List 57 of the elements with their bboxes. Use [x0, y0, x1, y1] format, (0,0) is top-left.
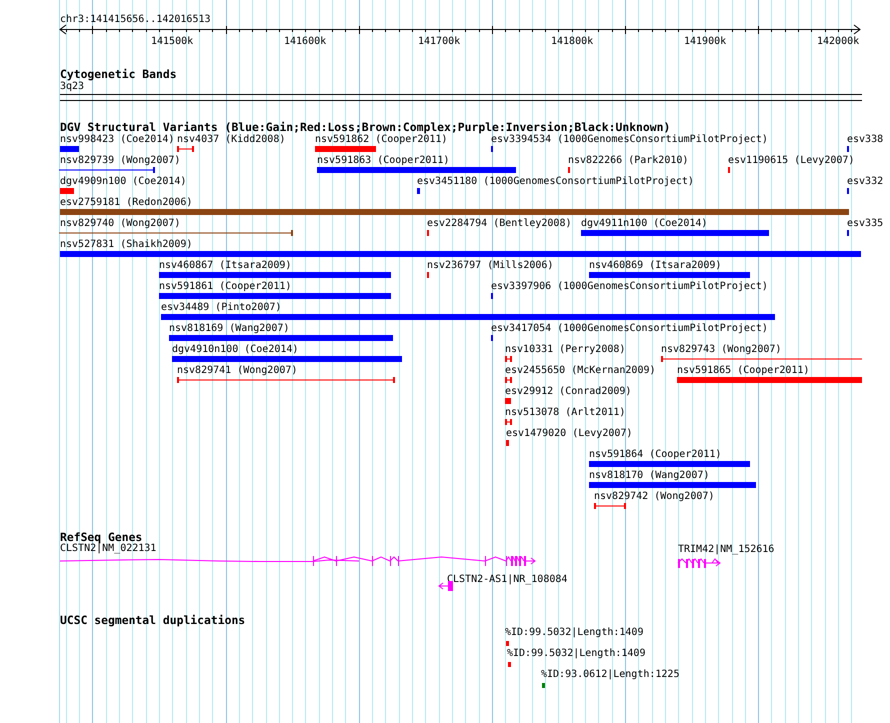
variant-label: esv3397906 (1000GenomesConsortiumPilotProject)	[491, 281, 768, 292]
gene-label: TRIM42|NM_152616	[678, 544, 774, 555]
variant-label: nsv829741 (Wong2007)	[177, 365, 298, 376]
ruler-tick-label: 142000k	[817, 36, 860, 47]
variant-label: nsv236797 (Mills2006)	[427, 260, 554, 271]
variant-label: nsv513078 (Arlt2011)	[505, 407, 626, 418]
variant-label: nsv591862 (Cooper2011)	[315, 134, 448, 145]
variant-label: esv3394534 (1000GenomesConsortiumPilotProject)	[491, 134, 768, 145]
ruler-tick-label: 141500k	[151, 36, 194, 47]
variant-label: esv2455650 (McKernan2009)	[505, 365, 656, 376]
variant-label: nsv591864 (Cooper2011)	[589, 449, 722, 460]
variant-label: nsv460867 (Itsara2009)	[159, 260, 292, 271]
duplication-label: %ID:99.5032|Length:1409	[505, 627, 644, 638]
variant-label: esv2759181 (Redon2006)	[60, 197, 192, 208]
variant-label: nsv998423 (Coe2014)	[60, 134, 174, 145]
variant-label: dgv4910n100 (Coe2014)	[172, 344, 298, 355]
variant-label: nsv818170 (Wang2007)	[589, 470, 710, 481]
duplication-label: %ID:99.5032|Length:1409	[507, 648, 646, 659]
variant-label: nsv822266 (Park2010)	[568, 155, 688, 166]
variant-label: nsv10331 (Perry2008)	[505, 344, 626, 355]
variant-label: nsv460869 (Itsara2009)	[589, 260, 722, 271]
variant-label: dgv4909n100 (Coe2014)	[60, 176, 186, 187]
track-title: Cytogenetic Bands	[60, 68, 177, 80]
track-title: DGV Structural Variants (Blue:Gain;Red:Loss;Brown:Complex;Purple:Inversion;Black:Unknown)	[60, 121, 670, 133]
variant-label: esv3417054 (1000GenomesConsortiumPilotProject)	[491, 323, 768, 334]
gene-label: CLSTN2-AS1|NR_108084	[447, 574, 568, 585]
ruler-tick-label: 141900k	[684, 36, 726, 47]
ruler-range-label: chr3:141415656..142016513	[60, 14, 211, 25]
variant-label: nsv591863 (Cooper2011)	[317, 155, 450, 166]
variant-label: esv2284794 (Bentley2008)	[427, 218, 572, 229]
track-title: RefSeq Genes	[60, 531, 142, 543]
variant-label: nsv591865 (Cooper2011)	[677, 365, 810, 376]
variant-label: nsv829740 (Wong2007)	[60, 218, 180, 229]
variant-label: nsv829742 (Wong2007)	[594, 491, 714, 502]
ruler-tick-label: 141700k	[418, 36, 460, 47]
variant-label: nsv591861 (Cooper2011)	[159, 281, 292, 292]
variant-label: nsv4037 (Kidd2008)	[177, 134, 286, 145]
variant-label: nsv829739 (Wong2007)	[60, 155, 180, 166]
variant-label: esv338	[847, 134, 884, 145]
variant-label: esv335	[847, 218, 884, 229]
variant-label: nsv527831 (Shaikh2009)	[60, 239, 192, 250]
variant-label: esv1479020 (Levy2007)	[506, 428, 632, 439]
variant-label: nsv829743 (Wong2007)	[661, 344, 782, 355]
duplication-label: %ID:93.0612|Length:1225	[541, 669, 680, 680]
variant-label: nsv818169 (Wang2007)	[169, 323, 290, 334]
track-title: UCSC segmental duplications	[60, 614, 246, 626]
gene-label: CLSTN2|NM_022131	[60, 543, 156, 554]
variant-label: esv34489 (Pinto2007)	[161, 302, 282, 313]
variant-label: esv332	[847, 176, 884, 187]
variant-label: dgv4911n100 (Coe2014)	[581, 218, 708, 229]
variant-label: esv1190615 (Levy2007)	[728, 155, 854, 166]
gene-model-drawing	[676, 557, 722, 569]
variant-label: esv3451180 (1000GenomesConsortiumPilotProject)	[417, 176, 694, 187]
ruler-tick-label: 141600k	[284, 36, 326, 47]
ruler-tick-label: 141800k	[551, 36, 594, 47]
variant-label: esv29912 (Conrad2009)	[505, 386, 632, 397]
band-label: 3q23	[60, 81, 84, 92]
